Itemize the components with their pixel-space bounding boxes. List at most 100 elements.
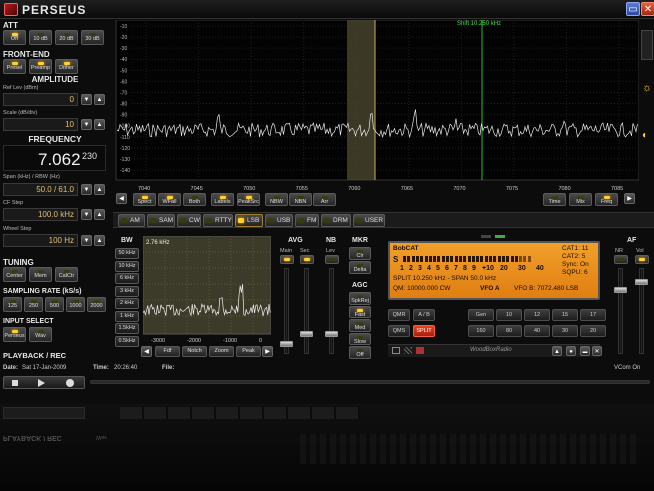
mode-drm-button[interactable]: DRM <box>321 214 351 227</box>
frequency-display[interactable]: 7.062 230 <box>3 145 106 171</box>
spectrum-peaksrc-button[interactable]: PeakSrc <box>237 193 260 206</box>
spectrum-mix-button[interactable]: Mix <box>569 193 592 206</box>
agc-med-button[interactable]: Med <box>349 319 371 332</box>
span-up-button[interactable]: ▲ <box>94 184 105 195</box>
slider-thumb[interactable] <box>635 279 648 285</box>
cfstep-up-button[interactable]: ▲ <box>94 209 105 220</box>
stop-icon[interactable] <box>12 380 18 386</box>
scroll-left-button[interactable]: ◀ <box>116 193 127 204</box>
wheel-step-value[interactable]: 100 Hz <box>3 234 78 247</box>
scale-value[interactable]: 10 <box>3 118 78 131</box>
mode-user-button[interactable]: USER <box>353 214 385 227</box>
spectrum-nbn-button[interactable]: NBN <box>289 193 312 206</box>
ref-level-up-button[interactable]: ▲ <box>94 94 105 105</box>
avg-sec-toggle[interactable] <box>300 255 314 264</box>
bw-2khz-button[interactable]: 2 kHz <box>115 298 139 309</box>
slider-thumb[interactable] <box>614 287 627 293</box>
bw-50khz-button[interactable]: 50 kHz <box>115 248 139 259</box>
qmr-button[interactable]: QMR <box>388 309 410 321</box>
band-80-button[interactable]: 80 <box>496 325 522 337</box>
att-20db-button[interactable]: 20 dB <box>55 30 78 45</box>
avg-main-slider[interactable] <box>280 268 293 354</box>
band-40-button[interactable]: 40 <box>524 325 550 337</box>
nr-slider[interactable] <box>614 268 627 354</box>
agc-slow-button[interactable]: Slow <box>349 332 371 345</box>
bw-6khz-button[interactable]: 6 kHz <box>115 273 139 284</box>
mode-rtty-button[interactable]: RTTY <box>203 214 233 227</box>
spectrum-nbw-button[interactable]: NBW <box>265 193 288 206</box>
vertical-scrollbar[interactable] <box>641 30 653 60</box>
sampling-125-button[interactable]: 125 <box>3 297 22 312</box>
band-12-button[interactable]: 12 <box>524 309 550 321</box>
presel-button[interactable]: Presel <box>3 59 26 74</box>
ref-level-down-button[interactable]: ▼ <box>81 94 92 105</box>
sampling-250-button[interactable]: 250 <box>24 297 43 312</box>
band-gen-button[interactable]: Gen <box>468 309 494 321</box>
att-30db-button[interactable]: 30 dB <box>81 30 104 45</box>
input-wav-button[interactable]: Wav <box>29 327 52 342</box>
input-perseus-button[interactable]: Perseus <box>3 327 26 342</box>
mode-fm-button[interactable]: FM <box>295 214 319 227</box>
scroll-right-button[interactable]: ▶ <box>624 193 635 204</box>
span-down-button[interactable]: ▼ <box>81 184 92 195</box>
brightness-icon[interactable]: ☼ <box>642 82 652 94</box>
agc-spkrej-button[interactable]: SpkRej <box>349 292 371 305</box>
agc-fast-button[interactable]: Fast <box>349 305 371 318</box>
mode-am-button[interactable]: AM <box>118 214 145 227</box>
spectrum-labels-button[interactable]: Labels <box>211 193 234 206</box>
band-17-button[interactable]: 17 <box>580 309 606 321</box>
band-20-button[interactable]: 20 <box>580 325 606 337</box>
minimize-button[interactable]: ▭ <box>626 2 640 16</box>
marker-clr-button[interactable]: Clr <box>349 247 371 260</box>
nr-toggle[interactable] <box>614 255 628 264</box>
slider-thumb[interactable] <box>300 331 313 337</box>
tuning-mem-button[interactable]: Mem <box>29 267 52 282</box>
att-off-button[interactable]: Off <box>3 30 26 45</box>
vol-toggle[interactable] <box>635 255 649 264</box>
mode-cw-button[interactable]: CW <box>177 214 201 227</box>
volume-slider[interactable] <box>635 268 648 354</box>
tuning-calctr-button[interactable]: CalCtr <box>55 267 78 282</box>
spectrum-arr-button[interactable]: Arr <box>313 193 336 206</box>
play-icon[interactable] <box>38 379 45 387</box>
band-15-button[interactable]: 15 <box>552 309 578 321</box>
scale-up-button[interactable]: ▲ <box>94 119 105 130</box>
spectrum-graph[interactable]: -10-20-30-40-50-60-70-80-90-100-110-120-… <box>113 20 639 192</box>
wheel-step-up-button[interactable]: ▲ <box>94 235 105 246</box>
dither-button[interactable]: Dither <box>55 59 78 74</box>
tuning-center-button[interactable]: Center <box>3 267 26 282</box>
att-10db-button[interactable]: 10 dB <box>29 30 52 45</box>
bw-10khz-button[interactable]: 10 kHz <box>115 260 139 272</box>
marker-delta-button[interactable]: Delta <box>349 261 371 274</box>
contrast-icon[interactable]: ◐ <box>642 130 648 141</box>
qms-button[interactable]: QMS <box>388 325 410 337</box>
spectrum-both-button[interactable]: Both <box>183 193 206 206</box>
mode-lsb-button[interactable]: LSB <box>235 214 263 227</box>
mode-usb-button[interactable]: USB <box>265 214 293 227</box>
band-30-button[interactable]: 30 <box>552 325 578 337</box>
avg-sec-slider[interactable] <box>300 268 313 354</box>
ref-level-value[interactable]: 0 <box>3 93 78 106</box>
filter-graph[interactable]: 2.76 kHz -3000 -2000 -1000 0 <box>143 236 271 344</box>
band-10-button[interactable]: 10 <box>496 309 522 321</box>
sampling-2000-button[interactable]: 2000 <box>87 297 106 312</box>
bw-0.5khz-button[interactable]: 0.5kHz <box>115 335 139 347</box>
spectrum-spect-button[interactable]: Spect <box>133 193 156 206</box>
slider-thumb[interactable] <box>280 341 293 347</box>
nb-level-slider[interactable] <box>325 268 338 354</box>
spectrum-wfall-button[interactable]: WFall <box>158 193 181 206</box>
spectrum-freq-button[interactable]: Freq <box>595 193 618 206</box>
span-value[interactable]: 50.0 / 61.0 <box>3 183 78 196</box>
sampling-500-button[interactable]: 500 <box>45 297 64 312</box>
sampling-1000-button[interactable]: 1000 <box>66 297 85 312</box>
nb-toggle[interactable] <box>325 255 339 264</box>
slider-thumb[interactable] <box>325 331 338 337</box>
bw-3khz-button[interactable]: 3 kHz <box>115 285 139 297</box>
close-button[interactable]: ✕ <box>641 2 654 16</box>
avg-main-toggle[interactable] <box>280 255 294 264</box>
split-button[interactable]: SPLIT <box>413 325 435 337</box>
record-icon[interactable] <box>66 379 74 387</box>
band-160-button[interactable]: 160 <box>468 325 494 337</box>
ab-button[interactable]: A / B <box>413 309 435 321</box>
cfstep-down-button[interactable]: ▼ <box>81 209 92 220</box>
